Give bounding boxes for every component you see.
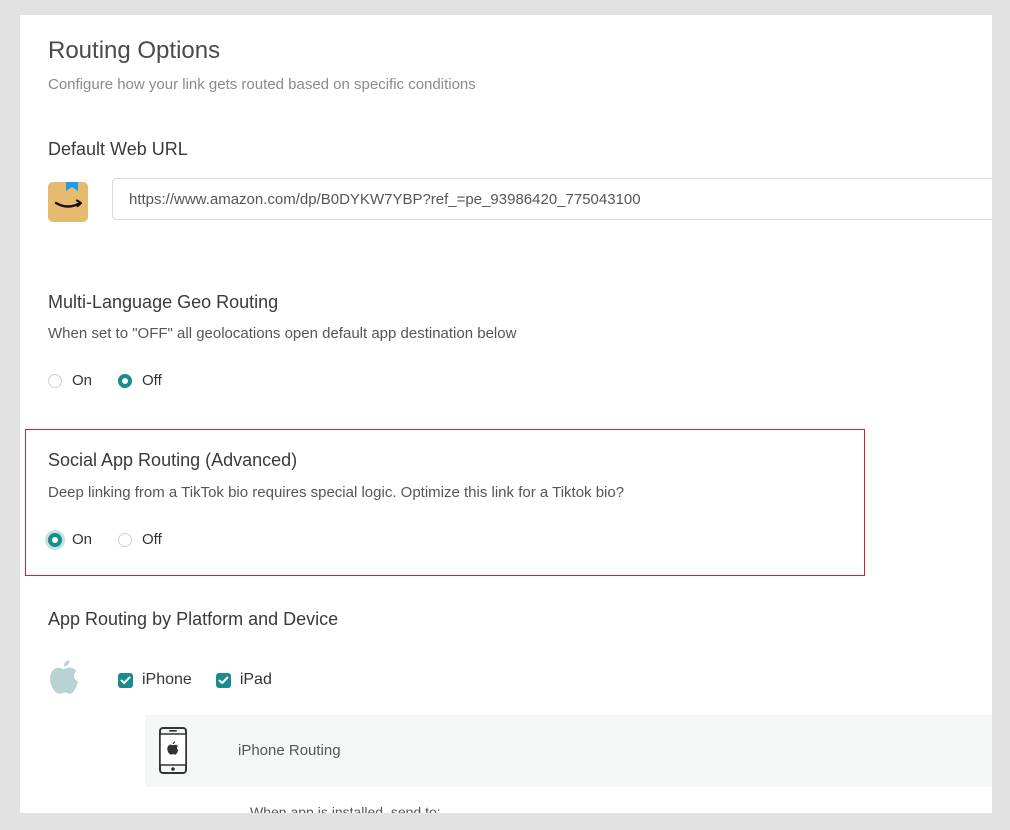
- ipad-checkbox-option[interactable]: iPad: [215, 671, 272, 689]
- app-installed-label: When app is installed, send to:: [250, 804, 441, 813]
- geo-routing-off-option[interactable]: Off: [118, 372, 162, 389]
- geo-routing-title: Multi-Language Geo Routing: [48, 292, 279, 312]
- social-routing-off-option[interactable]: Off: [118, 531, 162, 548]
- page-subtitle: Configure how your link gets routed base…: [48, 76, 476, 93]
- page-title: Routing Options: [48, 37, 221, 64]
- device-checkbox-group: iPhone iPad: [118, 671, 272, 689]
- geo-routing-radio-group: On Off: [48, 372, 162, 389]
- geo-routing-off-label: Off: [142, 372, 162, 389]
- geo-routing-on-label: On: [72, 372, 93, 389]
- geo-routing-on-option[interactable]: On: [48, 372, 92, 389]
- radio-checked-icon[interactable]: [48, 532, 62, 547]
- iphone-routing-title: iPhone Routing: [238, 742, 341, 759]
- app-routing-title: App Routing by Platform and Device: [48, 609, 339, 629]
- geo-routing-description: When set to "OFF" all geolocations open …: [48, 325, 517, 342]
- checkbox-checked-icon[interactable]: [215, 672, 231, 688]
- default-url-title: Default Web URL: [48, 139, 188, 159]
- radio-checked-icon[interactable]: [118, 373, 133, 388]
- social-routing-on-option[interactable]: On: [48, 531, 92, 548]
- radio-unchecked-icon[interactable]: [118, 532, 133, 547]
- iphone-checkbox-option[interactable]: iPhone: [118, 671, 192, 689]
- apple-icon: [48, 659, 79, 700]
- checkbox-checked-icon[interactable]: [118, 672, 133, 688]
- iphone-routing-header[interactable]: iPhone Routing: [145, 715, 992, 787]
- routing-options-panel: Routing Options Configure how your link …: [20, 15, 992, 813]
- iphone-checkbox-label: iPhone: [142, 671, 192, 688]
- social-routing-title: Social App Routing (Advanced): [48, 450, 298, 470]
- social-routing-on-label: On: [72, 531, 93, 548]
- iphone-icon: [159, 727, 187, 779]
- ipad-checkbox-label: iPad: [239, 671, 272, 688]
- social-routing-off-label: Off: [142, 531, 162, 548]
- default-url-input[interactable]: [112, 178, 992, 220]
- social-routing-description: Deep linking from a TikTok bio requires …: [48, 484, 625, 501]
- social-routing-radio-group: On Off: [48, 531, 162, 548]
- radio-unchecked-icon[interactable]: [48, 373, 62, 388]
- amazon-icon: [48, 182, 88, 222]
